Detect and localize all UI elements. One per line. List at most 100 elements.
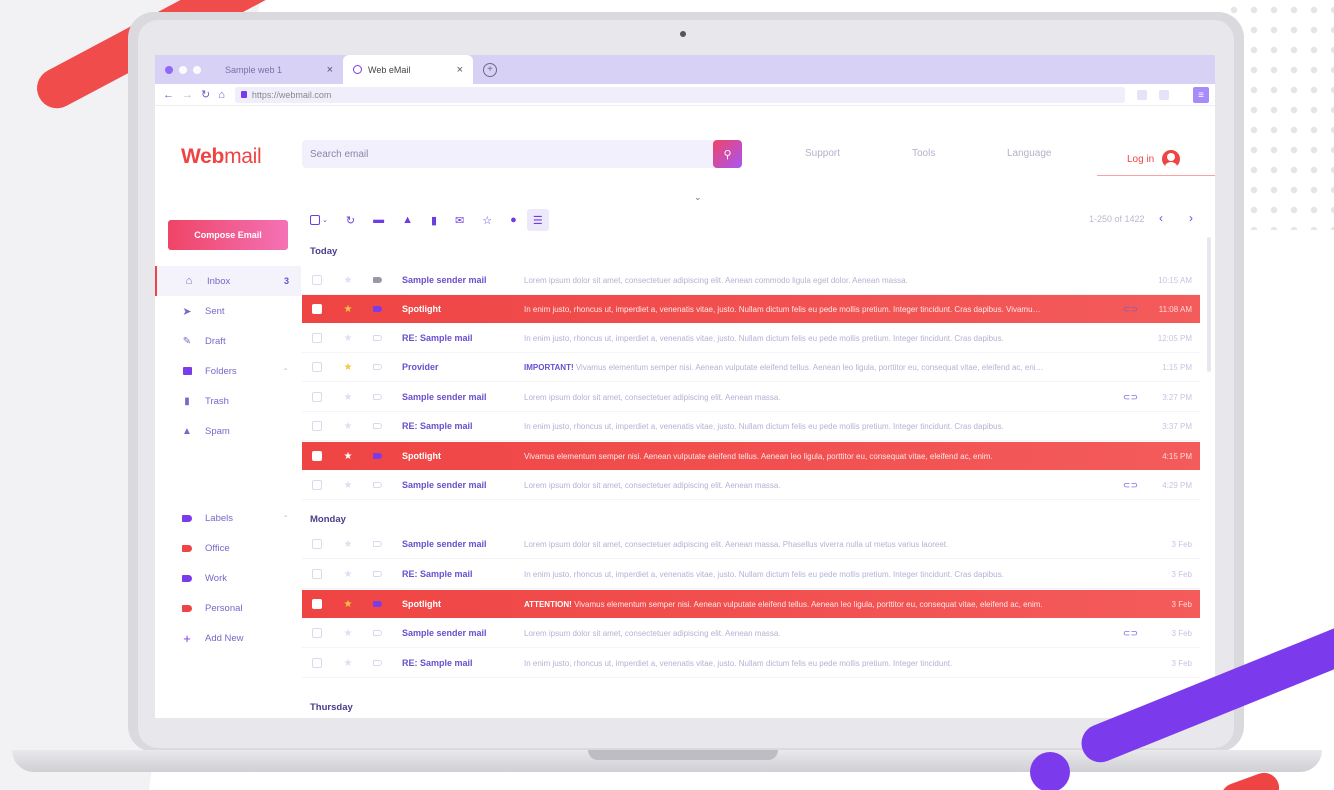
sidebar-item-spam[interactable]: ▲ Spam	[155, 416, 301, 446]
star-icon[interactable]: ★	[342, 421, 354, 432]
extensions-icon[interactable]	[1158, 89, 1169, 100]
nav-support[interactable]: Support	[805, 148, 840, 159]
sidebar-item-draft[interactable]: ✎ Draft	[155, 326, 301, 356]
label-tag-icon[interactable]	[372, 394, 382, 400]
email-row[interactable]: ★ Sample sender mail Lorem ipsum dolor sit…	[302, 266, 1200, 295]
star-icon[interactable]: ★	[342, 362, 354, 373]
label-tag-icon[interactable]	[372, 306, 382, 312]
bookmark-icon[interactable]	[1136, 89, 1147, 100]
label-tag-icon[interactable]	[372, 364, 382, 370]
email-checkbox[interactable]	[312, 599, 322, 609]
star-icon[interactable]: ★	[342, 658, 354, 669]
next-page-icon[interactable]: ›	[1189, 211, 1193, 225]
email-row[interactable]: ★ RE: Sample mail In enim justo, rhoncus u…	[302, 324, 1200, 353]
browser-menu-icon[interactable]: ≡	[1193, 87, 1209, 103]
email-checkbox[interactable]	[312, 304, 322, 314]
label-tag-icon[interactable]	[372, 660, 382, 666]
search-button[interactable]: ⚲	[713, 140, 742, 168]
window-close-dot[interactable]	[165, 65, 173, 74]
star-icon[interactable]: ☆	[482, 214, 492, 227]
compose-email-button[interactable]: Compose Email	[168, 220, 288, 250]
email-row[interactable]: ★ Provider IMPORTANT! Vivamus elementum se…	[302, 353, 1200, 382]
label-tag-icon[interactable]	[372, 453, 382, 459]
sidebar-item-folders[interactable]: Folders ⌃	[155, 356, 301, 386]
window-minimize-dot[interactable]	[179, 65, 187, 74]
sidebar-labels-header[interactable]: Labels ⌃	[155, 503, 301, 533]
star-icon[interactable]: ★	[342, 275, 354, 286]
list-view-icon[interactable]: ☰	[526, 209, 549, 231]
email-row[interactable]: ★ Spotlight In enim justo, rhoncus ut, imp…	[302, 295, 1200, 324]
email-row[interactable]: ★ RE: Sample mail In enim justo, rhoncus u…	[302, 649, 1200, 678]
chevron-up-icon[interactable]: ⌃	[282, 367, 289, 376]
reload-icon[interactable]: ↻	[201, 88, 210, 101]
email-row[interactable]: ★ Sample sender mail Lorem ipsum dolor sit…	[302, 471, 1200, 500]
star-icon[interactable]: ★	[342, 599, 354, 610]
close-icon[interactable]: ×	[457, 64, 463, 76]
star-icon[interactable]: ★	[342, 569, 354, 580]
label-tag-icon[interactable]	[372, 630, 382, 636]
email-row[interactable]: ★ Sample sender mail Lorem ipsum dolor sit…	[302, 530, 1200, 559]
star-icon[interactable]: ★	[342, 392, 354, 403]
chevron-down-icon[interactable]: ⌄	[694, 192, 702, 203]
delete-icon[interactable]: ▮	[431, 214, 437, 227]
refresh-icon[interactable]: ↻	[346, 214, 355, 227]
label-tag-icon[interactable]	[372, 601, 382, 607]
tab-sample-web[interactable]: Sample web 1 ×	[215, 55, 343, 84]
label-tag-icon[interactable]	[372, 571, 382, 577]
email-checkbox[interactable]	[312, 275, 322, 285]
star-icon[interactable]: ★	[342, 539, 354, 550]
email-checkbox[interactable]	[312, 362, 322, 372]
sidebar-label-personal[interactable]: Personal	[155, 593, 301, 623]
nav-language[interactable]: Language	[1007, 148, 1052, 159]
sidebar-label-work[interactable]: Work	[155, 563, 301, 593]
star-icon[interactable]: ★	[342, 451, 354, 462]
email-checkbox[interactable]	[312, 658, 322, 668]
email-checkbox[interactable]	[312, 421, 322, 431]
star-icon[interactable]: ★	[342, 480, 354, 491]
email-row[interactable]: ★ RE: Sample mail In enim justo, rhoncus u…	[302, 412, 1200, 441]
email-row[interactable]: ★ Spotlight Vivamus elementum semper nisi.…	[302, 442, 1200, 471]
star-icon[interactable]: ★	[342, 304, 354, 315]
email-row[interactable]: ★ Sample sender mail Lorem ipsum dolor sit…	[302, 383, 1200, 412]
back-arrow-icon[interactable]: ←	[163, 89, 174, 101]
label-tag-icon[interactable]	[372, 482, 382, 488]
sidebar-item-inbox[interactable]: ⌂ Inbox 3	[155, 266, 301, 296]
login-button[interactable]: Log in	[1097, 143, 1215, 176]
move-to-folder-icon[interactable]: ▬	[373, 214, 384, 226]
email-checkbox[interactable]	[312, 480, 322, 490]
forward-arrow-icon[interactable]: →	[182, 89, 193, 101]
star-icon[interactable]: ★	[342, 628, 354, 639]
webmail-logo[interactable]: Webmail	[181, 145, 262, 169]
email-row[interactable]: ★ Sample sender mail Lorem ipsum dolor sit…	[302, 619, 1200, 648]
scrollbar[interactable]	[1207, 237, 1211, 372]
email-checkbox[interactable]	[312, 569, 322, 579]
label-tag-icon[interactable]	[372, 541, 382, 547]
url-field[interactable]: https://webmail.com	[234, 86, 1125, 103]
label-icon[interactable]: ●	[510, 214, 517, 226]
email-checkbox[interactable]	[312, 392, 322, 402]
select-all-checkbox-icon[interactable]: ⌄	[310, 215, 328, 225]
email-checkbox[interactable]	[312, 451, 322, 461]
tab-web-email[interactable]: Web eMail ×	[343, 55, 473, 84]
email-checkbox[interactable]	[312, 628, 322, 638]
label-tag-icon[interactable]	[372, 277, 382, 283]
sidebar-label-office[interactable]: Office	[155, 533, 301, 563]
label-tag-icon[interactable]	[372, 423, 382, 429]
window-maximize-dot[interactable]	[193, 65, 201, 74]
new-tab-icon[interactable]: +	[483, 62, 497, 77]
chevron-up-icon[interactable]: ⌃	[282, 514, 289, 523]
email-checkbox[interactable]	[312, 333, 322, 343]
email-row[interactable]: ★ RE: Sample mail In enim justo, rhoncus u…	[302, 560, 1200, 589]
search-input[interactable]: Search email	[302, 140, 730, 168]
sidebar-item-sent[interactable]: ➤ Sent	[155, 296, 301, 326]
sidebar-item-trash[interactable]: ▮ Trash	[155, 386, 301, 416]
home-icon[interactable]: ⌂	[218, 89, 225, 101]
label-tag-icon[interactable]	[372, 335, 382, 341]
mark-read-icon[interactable]: ✉	[455, 214, 464, 227]
email-row[interactable]: ★ Spotlight ATTENTION! Vivamus elementum s…	[302, 590, 1200, 619]
nav-tools[interactable]: Tools	[912, 148, 935, 159]
star-icon[interactable]: ★	[342, 333, 354, 344]
report-spam-icon[interactable]: ▲	[402, 214, 413, 226]
prev-page-icon[interactable]: ‹	[1159, 211, 1163, 225]
close-icon[interactable]: ×	[327, 64, 333, 76]
